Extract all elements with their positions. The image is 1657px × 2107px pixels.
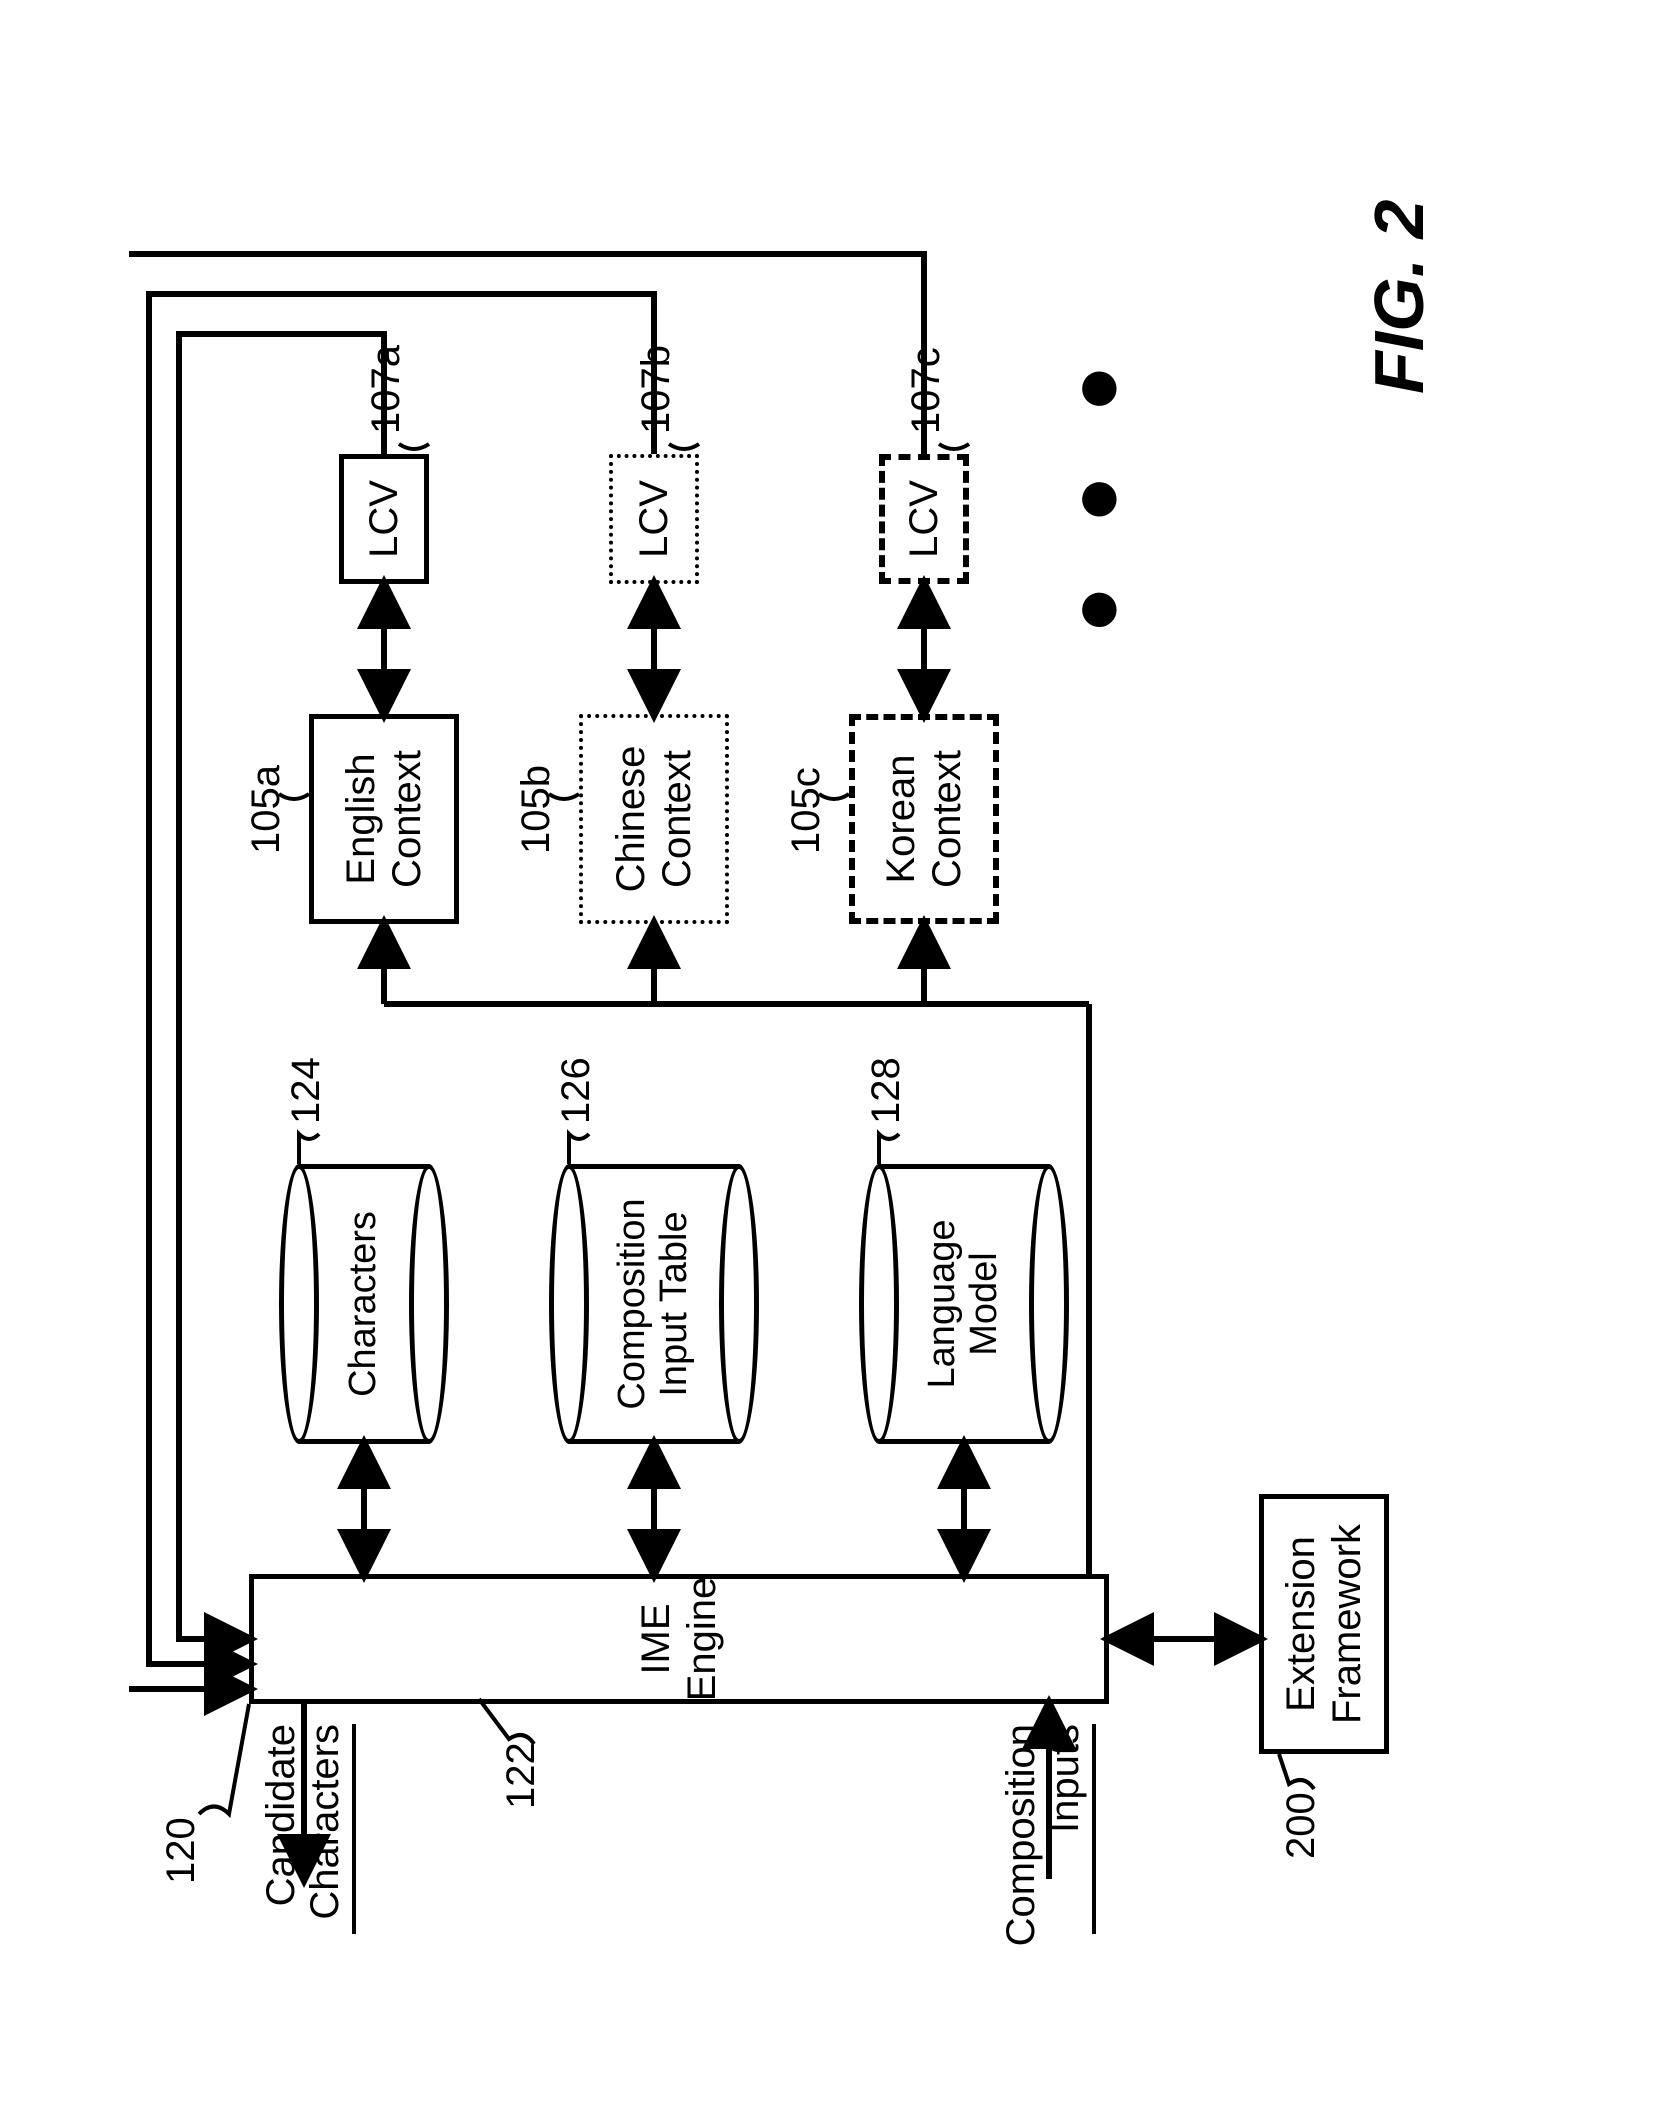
ref-107a: 107a — [364, 345, 409, 434]
ref-126: 126 — [554, 1057, 599, 1124]
lcv-a-label: LCV — [361, 480, 407, 558]
composition-table-db: Composition Input Table — [549, 1164, 759, 1444]
ref-105a: 105a — [244, 765, 289, 854]
lcv-c-block: LCV — [879, 454, 969, 584]
extension-framework-label: Extension Framework — [1278, 1523, 1370, 1723]
ime-engine-label: IME Engine — [633, 1576, 725, 1701]
language-model-db: Language Model — [859, 1164, 1069, 1444]
characters-db-label: Characters — [343, 1211, 385, 1397]
characters-db: Characters — [279, 1164, 449, 1444]
ref-200: 200 — [1279, 1792, 1324, 1859]
ref-105b: 105b — [514, 765, 559, 854]
ref-122: 122 — [499, 1742, 544, 1809]
ref-128: 128 — [864, 1057, 909, 1124]
ellipsis-dots: ● ● ● — [1049, 344, 1141, 633]
english-context-block: English Context — [309, 714, 459, 924]
ref-120: 120 — [159, 1817, 204, 1884]
lcv-a-block: LCV — [339, 454, 429, 584]
lcv-b-label: LCV — [631, 480, 677, 558]
lcv-b-block: LCV — [609, 454, 699, 584]
ref-105c: 105c — [784, 767, 829, 854]
lcv-c-label: LCV — [901, 480, 947, 558]
diagram-canvas: IME Engine Extension Framework Character… — [129, 154, 1529, 1954]
chinese-context-label: Chinese Context — [608, 745, 700, 892]
ref-107b: 107b — [634, 345, 679, 434]
korean-context-label: Korean Context — [878, 750, 970, 888]
figure-label: FIG. 2 — [1359, 199, 1439, 393]
english-context-label: English Context — [338, 750, 430, 888]
candidate-characters-label: Candidate Characters — [259, 1724, 347, 1954]
ref-124: 124 — [284, 1057, 329, 1124]
korean-context-block: Korean Context — [849, 714, 999, 924]
composition-inputs-label: Composition Inputs — [999, 1724, 1087, 1954]
extension-framework-block: Extension Framework — [1259, 1494, 1389, 1754]
ime-engine-block: IME Engine — [249, 1574, 1109, 1704]
language-model-db-label: Language Model — [922, 1219, 1006, 1388]
ref-107c: 107c — [904, 347, 949, 434]
composition-table-db-label: Composition Input Table — [612, 1198, 696, 1409]
chinese-context-block: Chinese Context — [579, 714, 729, 924]
